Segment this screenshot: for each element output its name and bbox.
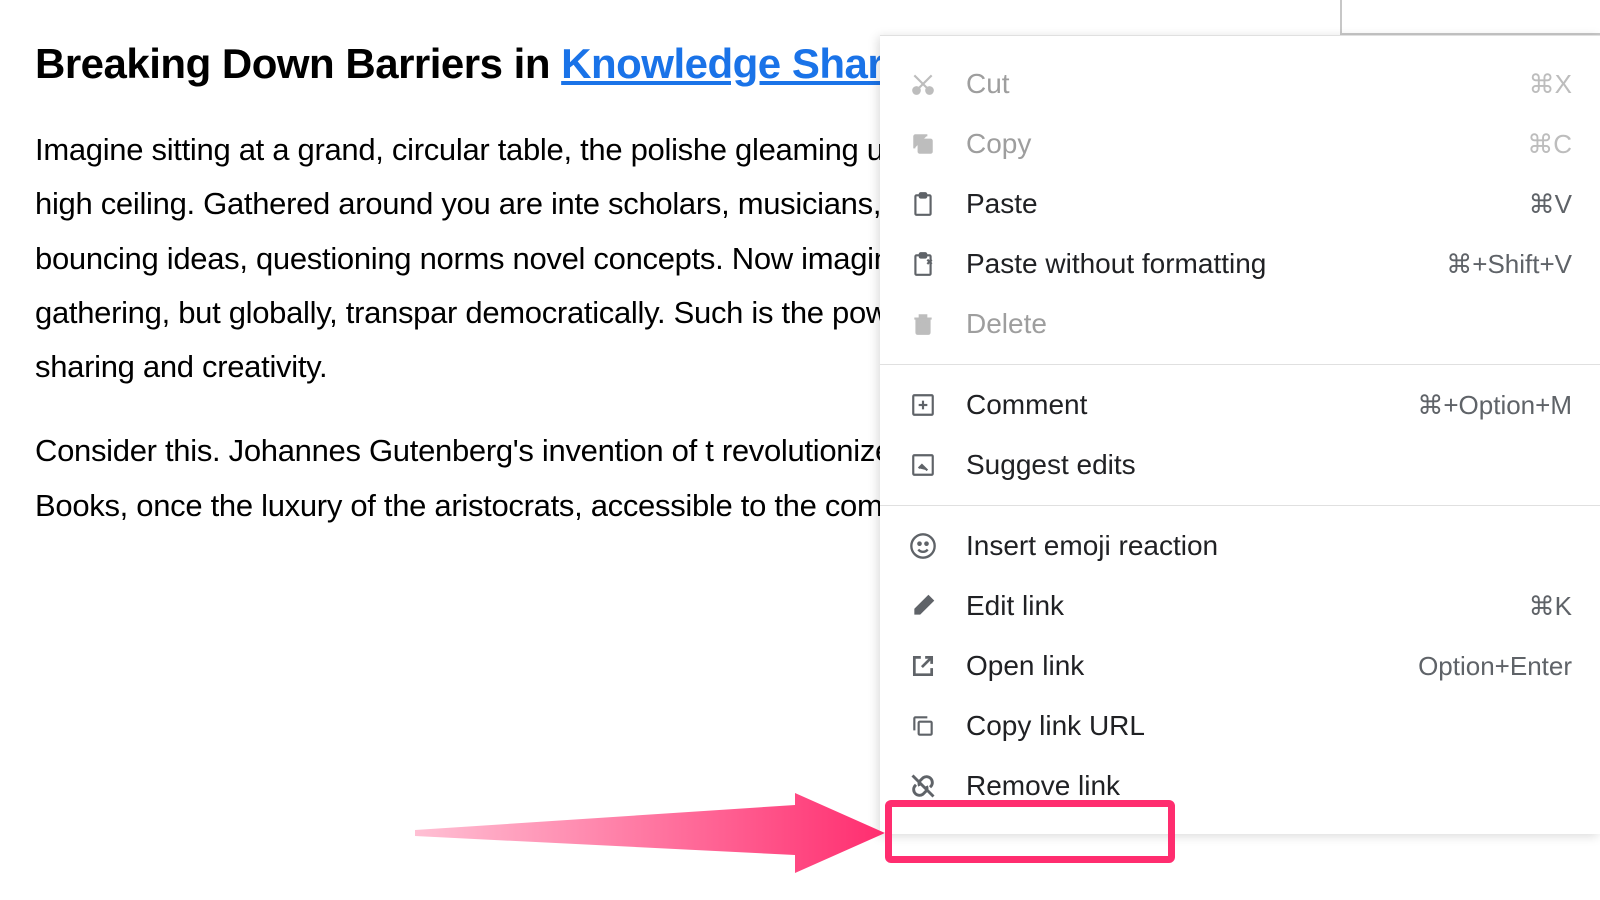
emoji-icon — [908, 531, 938, 561]
copy-link-icon — [908, 711, 938, 741]
menu-label: Insert emoji reaction — [966, 530, 1572, 562]
title-hyperlink[interactable]: Knowledge Shar — [561, 40, 883, 87]
menu-shortcut: ⌘+Option+M — [1417, 390, 1572, 421]
menu-remove-link[interactable]: Remove link — [880, 756, 1600, 816]
open-link-icon — [908, 651, 938, 681]
menu-label: Edit link — [966, 590, 1529, 622]
menu-label: Paste — [966, 188, 1529, 220]
menu-label: Delete — [966, 308, 1572, 340]
menu-label: Paste without formatting — [966, 248, 1446, 280]
menu-open-link[interactable]: Open link Option+Enter — [880, 636, 1600, 696]
delete-icon — [908, 309, 938, 339]
menu-label: Remove link — [966, 770, 1572, 802]
menu-label: Copy link URL — [966, 710, 1572, 742]
context-menu: Cut ⌘X Copy ⌘C Paste ⌘V Paste without fo… — [880, 35, 1600, 834]
menu-delete[interactable]: Delete — [880, 294, 1600, 354]
copy-icon — [908, 129, 938, 159]
suggest-edits-icon — [908, 450, 938, 480]
menu-insert-emoji[interactable]: Insert emoji reaction — [880, 516, 1600, 576]
menu-comment[interactable]: Comment ⌘+Option+M — [880, 375, 1600, 435]
menu-copy[interactable]: Copy ⌘C — [880, 114, 1600, 174]
comment-icon — [908, 390, 938, 420]
menu-copy-link-url[interactable]: Copy link URL — [880, 696, 1600, 756]
menu-label: Comment — [966, 389, 1417, 421]
menu-divider — [880, 364, 1600, 365]
menu-paste-without-formatting[interactable]: Paste without formatting ⌘+Shift+V — [880, 234, 1600, 294]
menu-edit-link[interactable]: Edit link ⌘K — [880, 576, 1600, 636]
cut-icon — [908, 69, 938, 99]
remove-link-icon — [908, 771, 938, 801]
menu-suggest-edits[interactable]: Suggest edits — [880, 435, 1600, 495]
menu-label: Suggest edits — [966, 449, 1572, 481]
menu-label: Open link — [966, 650, 1418, 682]
title-text: Breaking Down Barriers in — [35, 40, 561, 87]
menu-shortcut: Option+Enter — [1418, 651, 1572, 682]
sidebar-corner — [1340, 0, 1600, 35]
menu-shortcut: ⌘+Shift+V — [1446, 249, 1572, 280]
menu-label: Cut — [966, 68, 1529, 100]
annotation-arrow — [415, 793, 895, 878]
menu-shortcut: ⌘X — [1529, 69, 1572, 100]
menu-divider — [880, 505, 1600, 506]
menu-shortcut: ⌘C — [1527, 129, 1572, 160]
menu-shortcut: ⌘V — [1529, 189, 1572, 220]
menu-cut[interactable]: Cut ⌘X — [880, 54, 1600, 114]
menu-paste[interactable]: Paste ⌘V — [880, 174, 1600, 234]
menu-label: Copy — [966, 128, 1527, 160]
edit-link-icon — [908, 591, 938, 621]
paste-icon — [908, 189, 938, 219]
menu-shortcut: ⌘K — [1529, 591, 1572, 622]
paste-plain-icon — [908, 249, 938, 279]
